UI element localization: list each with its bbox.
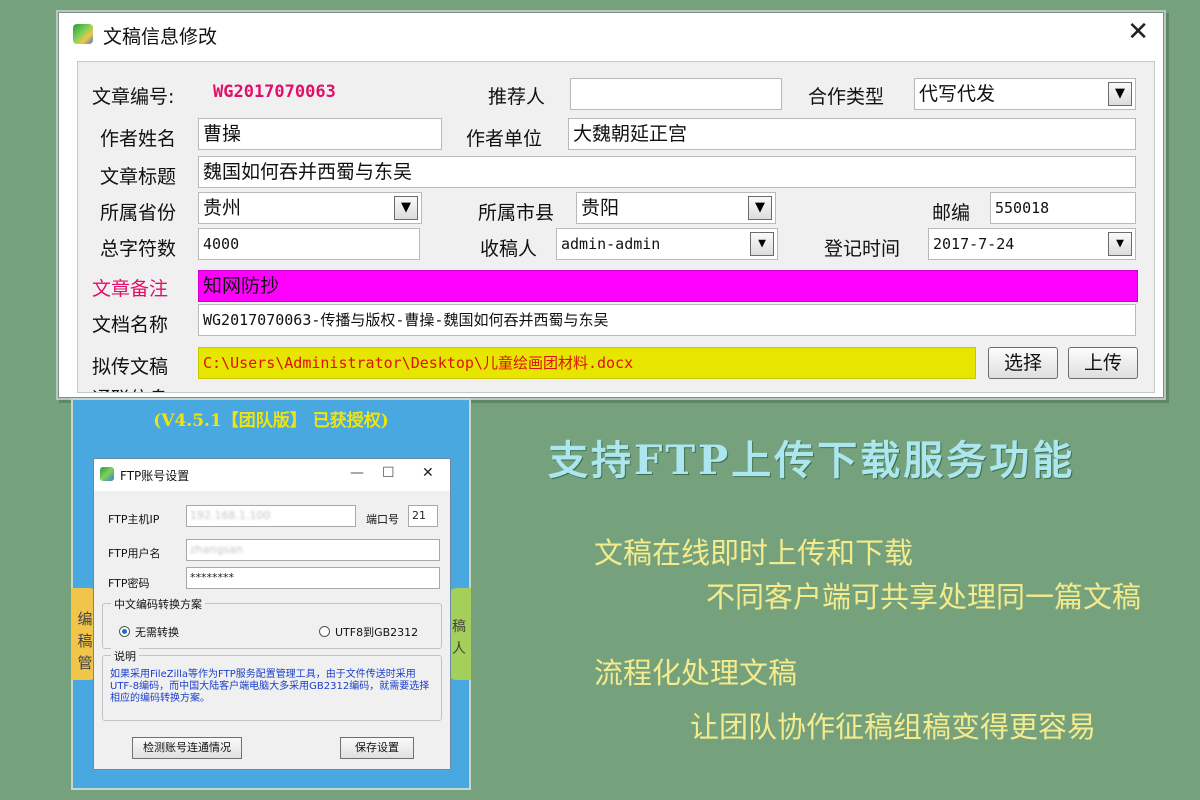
note-group-title: 说明 xyxy=(111,648,139,664)
reg-time-picker[interactable]: 2017-7-24 ▼ xyxy=(928,228,1136,260)
user-input[interactable]: zhangsan xyxy=(186,539,440,561)
postcode-label: 邮编 xyxy=(932,202,971,224)
app-icon xyxy=(100,467,114,481)
article-title-input[interactable]: 魏国如何吞并西蜀与东吴 xyxy=(198,156,1136,188)
author-name-label: 作者姓名 xyxy=(100,128,177,150)
maximize-icon[interactable]: ☐ xyxy=(382,465,395,481)
radio-no-convert[interactable] xyxy=(119,626,130,637)
radio-no-convert-label: 无需转换 xyxy=(135,626,179,639)
radio-utf8-gb2312[interactable] xyxy=(319,626,330,637)
article-no-value: WG2017070063 xyxy=(213,82,336,102)
promo-line-2: 不同客户端可共享处理同一篇文稿 xyxy=(706,580,1142,614)
note-text: 如果采用FileZilla等作为FTP服务配置管理工具，由于文件传送时采用UTF… xyxy=(110,669,430,704)
radio-utf8-gb2312-label: UTF8到GB2312 xyxy=(335,626,419,639)
author-unit-input[interactable]: 大魏朝延正宫 xyxy=(568,118,1136,150)
author-unit-label: 作者单位 xyxy=(466,128,543,150)
minimize-icon[interactable]: — xyxy=(350,465,364,481)
upload-button[interactable]: 上传 xyxy=(1068,347,1138,379)
chevron-down-icon[interactable]: ▼ xyxy=(750,232,774,256)
dialog-title-bar: FTP账号设置 — ☐ ✕ xyxy=(94,459,450,491)
doc-name-input[interactable]: WG2017070063-传播与版权-曹操-魏国如何吞并西蜀与东吴 xyxy=(198,304,1136,336)
article-no-label: 文章编号: xyxy=(92,86,175,108)
reg-time-value: 2017-7-24 xyxy=(933,235,1015,253)
promo-line-4: 让团队协作征稿组稿变得更容易 xyxy=(690,710,1097,744)
form-body: 文章编号: WG2017070063 推荐人 合作类型 代写代发 ▼ 作者姓名 … xyxy=(77,61,1155,393)
province-value: 贵州 xyxy=(203,197,242,219)
dialog-title: FTP账号设置 xyxy=(120,469,190,483)
receiver-value: admin-admin xyxy=(561,235,661,253)
coop-type-select[interactable]: 代写代发 ▼ xyxy=(914,78,1136,110)
postcode-input[interactable]: 550018 xyxy=(990,192,1136,224)
encoding-group: 中文编码转换方案 无需转换 UTF8到GB2312 xyxy=(102,596,442,649)
promo-line-1: 文稿在线即时上传和下载 xyxy=(594,536,914,570)
ftp-settings-dialog: FTP账号设置 — ☐ ✕ FTP主机IP 192.168.1.100 端口号 … xyxy=(93,458,451,770)
password-input[interactable]: ******** xyxy=(186,567,440,589)
version-label: (V4.5.1【团队版】 已获授权) xyxy=(153,411,389,431)
province-select[interactable]: 贵州 ▼ xyxy=(198,192,422,224)
province-label: 所属省份 xyxy=(100,202,177,224)
password-label: FTP密码 xyxy=(108,577,150,590)
upload-label: 拟传文稿 xyxy=(92,356,169,378)
promo-headline: 支持FTP上传下载服务功能 xyxy=(548,437,1076,484)
test-connection-button[interactable]: 检测账号连通情况 xyxy=(132,737,242,759)
recommender-label: 推荐人 xyxy=(488,86,546,108)
remark-label: 文章备注 xyxy=(92,278,169,300)
remark-input[interactable]: 知网防抄 xyxy=(198,270,1138,302)
user-label: FTP用户名 xyxy=(108,547,161,560)
recommender-input[interactable] xyxy=(570,78,782,110)
city-value: 贵阳 xyxy=(581,197,620,219)
receiver-select[interactable]: admin-admin ▼ xyxy=(556,228,778,260)
chevron-down-icon[interactable]: ▼ xyxy=(1108,232,1132,256)
author-name-input[interactable]: 曹操 xyxy=(198,118,442,150)
upload-path-input[interactable]: C:\Users\Administrator\Desktop\儿童绘画团材料.d… xyxy=(198,347,976,379)
close-icon[interactable]: ✕ xyxy=(422,465,434,481)
port-label: 端口号 xyxy=(366,513,399,526)
chevron-down-icon[interactable]: ▼ xyxy=(1108,82,1132,106)
city-select[interactable]: 贵阳 ▼ xyxy=(576,192,776,224)
license-panel: (V4.5.1【团队版】 已获授权) 编稿管 稿人 FTP账号设置 — ☐ ✕ … xyxy=(71,398,471,790)
coop-type-value: 代写代发 xyxy=(919,83,996,105)
doc-name-label: 文档名称 xyxy=(92,314,169,336)
host-input[interactable]: 192.168.1.100 xyxy=(186,505,356,527)
word-count-label: 总字符数 xyxy=(100,238,177,260)
window-title: 文稿信息修改 xyxy=(103,26,218,48)
chevron-down-icon[interactable]: ▼ xyxy=(748,196,772,220)
save-settings-button[interactable]: 保存设置 xyxy=(340,737,414,759)
article-edit-window: 文稿信息修改 ✕ 文章编号: WG2017070063 推荐人 合作类型 代写代… xyxy=(58,12,1164,398)
receiver-label: 收稿人 xyxy=(480,238,538,260)
encoding-group-title: 中文编码转换方案 xyxy=(111,596,205,612)
port-input[interactable]: 21 xyxy=(408,505,438,527)
contact-info-label: 通联信息 xyxy=(92,384,168,392)
promo-line-3: 流程化处理文稿 xyxy=(594,656,798,690)
article-title-label: 文章标题 xyxy=(100,166,177,188)
chevron-down-icon[interactable]: ▼ xyxy=(394,196,418,220)
choose-button[interactable]: 选择 xyxy=(988,347,1058,379)
coop-type-label: 合作类型 xyxy=(808,86,885,108)
user-value: zhangsan xyxy=(190,543,243,556)
title-bar: 文稿信息修改 ✕ xyxy=(59,13,1163,53)
host-label: FTP主机IP xyxy=(108,513,160,526)
app-icon xyxy=(73,24,93,44)
city-label: 所属市县 xyxy=(478,202,555,224)
word-count-input[interactable]: 4000 xyxy=(198,228,420,260)
reg-time-label: 登记时间 xyxy=(824,238,901,260)
close-icon[interactable]: ✕ xyxy=(1127,17,1149,47)
host-value: 192.168.1.100 xyxy=(190,509,271,522)
